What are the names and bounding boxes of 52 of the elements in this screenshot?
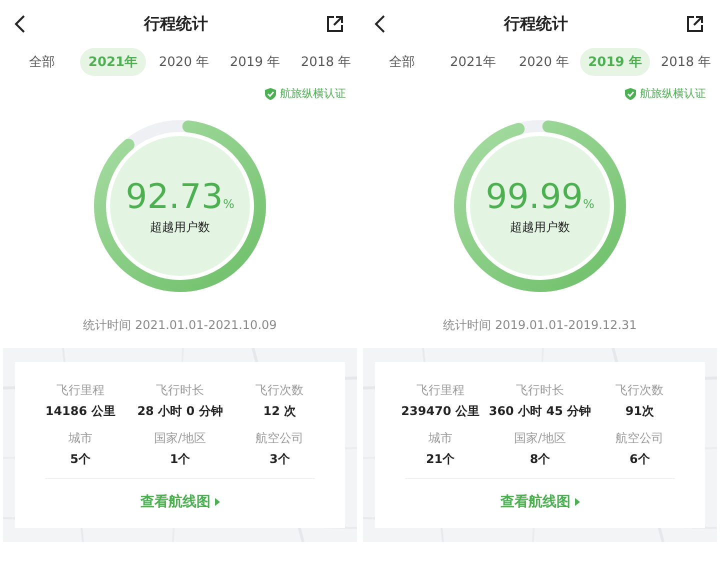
year-tab[interactable]: 2018 年	[292, 48, 360, 76]
year-tab[interactable]: 2018 年	[652, 48, 720, 76]
stat-value: 12 次	[263, 403, 296, 420]
stat-value: 239470 公里	[401, 403, 480, 420]
stat-label: 城市	[428, 430, 452, 447]
certification-label: 航旅纵横认证	[280, 86, 346, 101]
year-tab[interactable]: 2020 年	[150, 48, 218, 76]
stat-value: 21个	[426, 451, 455, 468]
stat-label: 飞行次数	[256, 382, 304, 399]
year-tab[interactable]: 全部	[21, 48, 63, 76]
stat-label: 飞行时长	[156, 382, 204, 399]
stat-label: 飞行次数	[616, 382, 664, 399]
page-title: 行程统计	[144, 14, 208, 34]
period-label: 统计时间 2019.01.01-2019.12.31	[443, 317, 637, 334]
year-tab[interactable]: 2019 年	[222, 48, 288, 76]
page-title: 行程统计	[504, 14, 568, 34]
stat-value: 6个	[630, 451, 650, 468]
certification-label: 航旅纵横认证	[640, 86, 706, 101]
year-tab[interactable]: 2020 年	[510, 48, 578, 76]
stat-value: 14186 公里	[45, 403, 116, 420]
percentage-value: 92.73	[126, 176, 223, 216]
stat-label: 国家/地区	[514, 430, 566, 447]
stat-value: 28 小时 0 分钟	[137, 403, 223, 420]
back-icon[interactable]	[374, 14, 386, 34]
shield-check-icon	[625, 88, 636, 100]
stat-label: 国家/地区	[154, 430, 206, 447]
percent-sign: %	[222, 196, 234, 210]
percentage-value: 99.99	[486, 176, 583, 216]
percent-sign: %	[582, 196, 594, 210]
period-label: 统计时间 2021.01.01-2021.10.09	[83, 317, 277, 334]
stat-value: 91次	[625, 403, 654, 420]
percentage-caption: 超越用户数	[150, 218, 210, 236]
shield-check-icon	[265, 88, 276, 100]
stat-label: 航空公司	[256, 430, 304, 447]
share-icon[interactable]	[326, 15, 344, 33]
stat-label: 城市	[68, 430, 92, 447]
year-tab[interactable]: 2021年	[442, 48, 504, 76]
stat-value: 360 小时 45 分钟	[488, 403, 592, 420]
stat-label: 航空公司	[616, 430, 664, 447]
stat-value: 3个	[270, 451, 290, 468]
share-icon[interactable]	[686, 15, 704, 33]
stat-value: 8个	[530, 451, 550, 468]
stat-label: 飞行里程	[416, 382, 464, 399]
stat-label: 飞行里程	[56, 382, 104, 399]
year-tab[interactable]: 全部	[381, 48, 423, 76]
caret-icon	[214, 498, 220, 506]
caret-icon	[574, 498, 580, 506]
stat-value: 1个	[170, 451, 190, 468]
percentage-caption: 超越用户数	[510, 218, 570, 236]
back-icon[interactable]	[14, 14, 26, 34]
stat-label: 飞行时长	[516, 382, 564, 399]
stat-value: 5个	[70, 451, 90, 468]
